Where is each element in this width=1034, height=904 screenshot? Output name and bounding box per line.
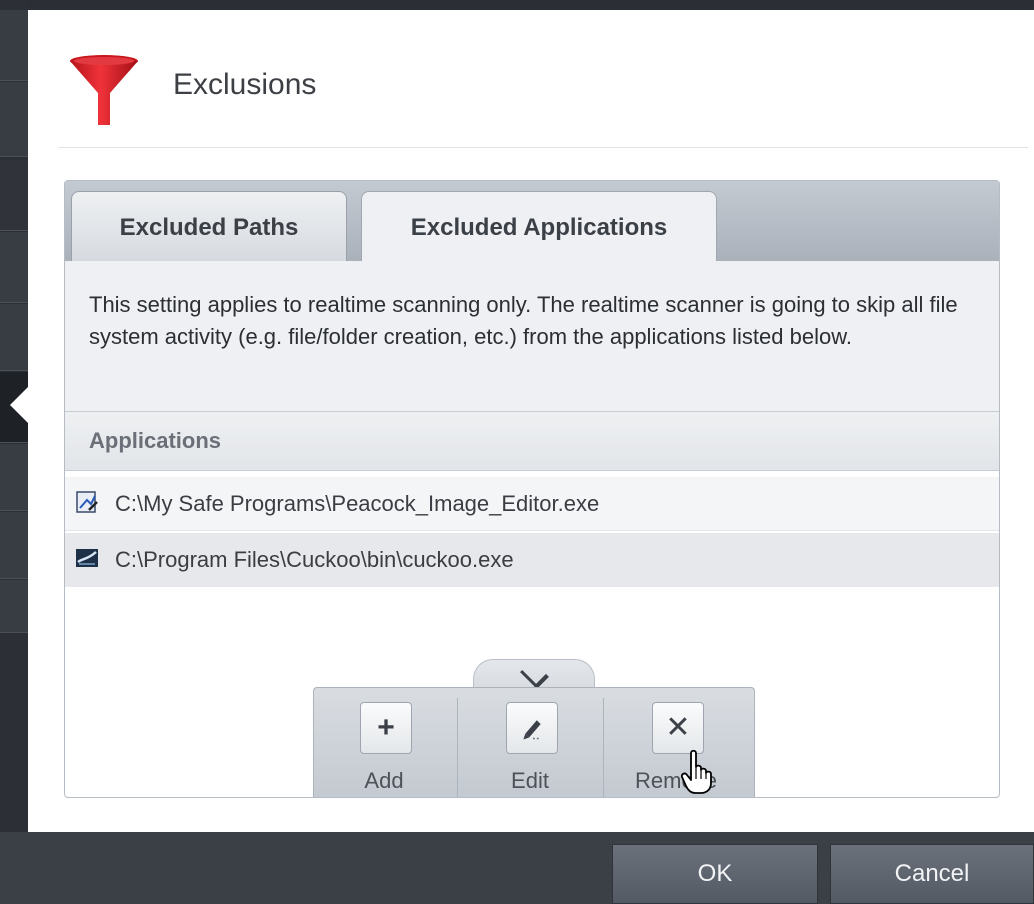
sidebar-segment[interactable] <box>0 232 28 303</box>
toolbar-separator <box>457 698 458 797</box>
table-row[interactable]: C:\Program Files\Cuckoo\bin\cuckoo.exe <box>65 533 999 587</box>
sidebar-segment[interactable] <box>0 10 28 81</box>
ok-button[interactable]: OK <box>612 844 818 904</box>
remove-button-label: Remove <box>635 768 717 793</box>
tab-strip: Excluded Paths Excluded Applications <box>65 181 999 263</box>
hand-cursor-icon <box>681 749 712 794</box>
exclusions-panel: Excluded Paths Excluded Applications Thi… <box>64 180 1000 798</box>
tab-excluded-applications[interactable]: Excluded Applications <box>361 191 717 263</box>
edit-button[interactable]: Edit <box>460 702 600 797</box>
top-bar <box>0 0 1034 10</box>
image-editor-app-icon <box>76 491 98 513</box>
cuckoo-app-icon <box>76 549 98 567</box>
sidebar-segment[interactable] <box>0 160 28 231</box>
exclusions-dialog: Exclusions Excluded Paths Excluded Appli… <box>28 10 1034 832</box>
chevron-down-icon <box>520 660 549 689</box>
left-sidebar-strip <box>0 0 30 904</box>
header-divider <box>58 147 1028 148</box>
remove-button[interactable]: ✕ Remove <box>606 702 746 797</box>
column-header-label: Applications <box>89 428 222 453</box>
dialog-footer: OK Cancel <box>0 832 1034 904</box>
table-row[interactable]: C:\My Safe Programs\Peacock_Image_Editor… <box>65 477 999 531</box>
selection-pointer <box>10 385 30 425</box>
add-button-label: Add <box>364 768 404 793</box>
toolbar-separator <box>603 698 604 797</box>
application-path: C:\My Safe Programs\Peacock_Image_Editor… <box>115 491 600 516</box>
add-button[interactable]: + Add <box>314 702 454 797</box>
info-text: This setting applies to realtime scannin… <box>89 292 958 349</box>
sidebar-segment[interactable] <box>0 512 28 579</box>
edit-button-label: Edit <box>511 768 549 793</box>
action-toolbar: + Add Edit ✕ Remove <box>313 659 755 797</box>
dialog-title: Exclusions <box>173 68 317 101</box>
plus-icon: + <box>360 702 412 754</box>
sidebar-segment[interactable] <box>0 444 28 511</box>
column-header[interactable]: Applications <box>65 412 999 471</box>
sidebar-segment[interactable] <box>0 580 28 633</box>
application-path: C:\Program Files\Cuckoo\bin\cuckoo.exe <box>115 547 514 572</box>
cancel-button[interactable]: Cancel <box>830 844 1034 904</box>
funnel-icon <box>70 55 138 125</box>
sidebar-segment[interactable] <box>0 82 28 157</box>
sidebar-segment[interactable] <box>0 304 28 371</box>
dialog-header: Exclusions <box>28 10 1034 148</box>
tab-excluded-paths[interactable]: Excluded Paths <box>71 191 347 263</box>
pencil-icon <box>506 702 558 754</box>
info-box: This setting applies to realtime scannin… <box>65 261 999 412</box>
close-icon: ✕ <box>652 702 704 754</box>
